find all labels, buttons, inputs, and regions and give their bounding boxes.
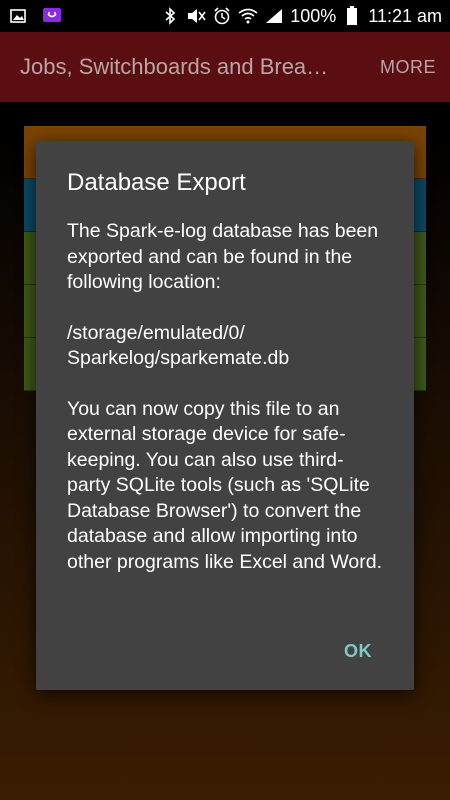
ok-button[interactable]: OK (344, 641, 372, 662)
gallery-icon (8, 6, 28, 26)
dialog-title: Database Export (67, 169, 246, 196)
screen: 100% 11:21 am Jobs, Switchboards and Bre… (0, 0, 450, 800)
action-bar: Jobs, Switchboards and Brea… MORE (0, 32, 450, 102)
status-bar: 100% 11:21 am (0, 0, 450, 32)
mute-icon (186, 6, 206, 26)
database-export-dialog: Database Export The Spark-e-log database… (36, 141, 414, 690)
clock: 11:21 am (368, 5, 442, 26)
action-bar-title: Jobs, Switchboards and Brea… (20, 54, 329, 79)
chat-icon (42, 6, 62, 26)
dialog-message-details: You can now copy this file to an externa… (67, 397, 383, 573)
more-button[interactable]: MORE (380, 57, 436, 78)
dialog-message-intro: The Spark-e-log database has been export… (67, 220, 379, 293)
signal-icon (264, 6, 284, 26)
alarm-icon (212, 6, 232, 26)
battery-percent: 100% (290, 5, 337, 26)
dialog-file-path: /storage/emulated/0/ Sparkelog/sparkemat… (67, 321, 290, 370)
battery-icon (342, 6, 362, 26)
wifi-icon (238, 6, 258, 26)
bluetooth-icon (160, 6, 180, 26)
